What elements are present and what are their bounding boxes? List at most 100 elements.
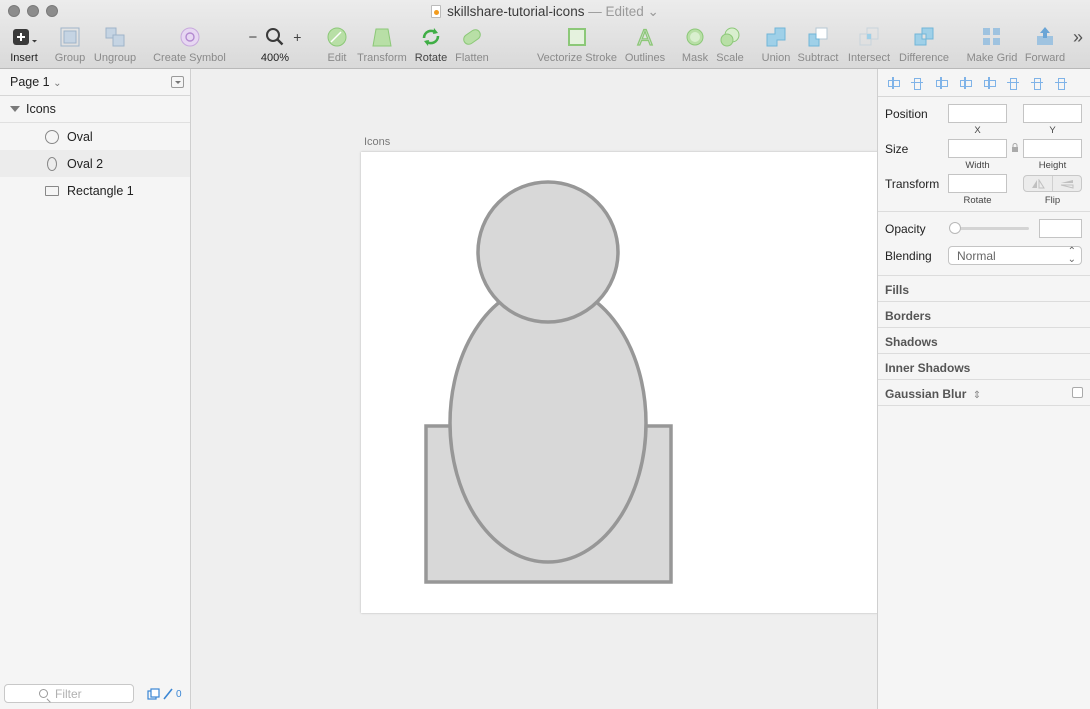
filter-count: 0 (176, 688, 182, 700)
edit-vector-icon (327, 27, 347, 47)
page-selector[interactable]: Page 1 ⌄ (0, 69, 190, 96)
position-y-field[interactable] (1023, 104, 1082, 123)
outlines-button[interactable]: A Outlines (623, 26, 667, 64)
subtract-button[interactable]: Subtract (796, 26, 840, 64)
oval-shape[interactable] (476, 180, 620, 324)
scale-button[interactable]: Scale (715, 26, 745, 64)
position-x-field[interactable] (948, 104, 1007, 123)
subtract-icon (808, 27, 828, 47)
slice-filter-icon[interactable] (162, 688, 174, 700)
lock-icon[interactable] (1011, 143, 1019, 153)
symbol-icon (180, 27, 199, 47)
align-top-icon[interactable] (1006, 76, 1020, 90)
shadows-section[interactable]: Shadows (878, 328, 1090, 354)
edit-button[interactable]: Edit (323, 26, 351, 64)
align-center-icon[interactable] (958, 76, 972, 90)
group-button[interactable]: Group (52, 26, 88, 64)
flip-horizontal-button[interactable] (1024, 176, 1052, 191)
layer-rectangle-1[interactable]: Rectangle 1 (0, 177, 190, 204)
flip-horizontal-icon (1032, 178, 1045, 188)
canvas[interactable]: Icons (192, 69, 877, 709)
gaussian-blur-checkbox[interactable] (1072, 387, 1083, 398)
mask-button[interactable]: Mask (681, 26, 709, 64)
search-icon (39, 689, 48, 698)
position-label: Position (885, 107, 928, 121)
layer-oval[interactable]: Oval (0, 123, 190, 150)
distribute-horizontal-icon[interactable] (886, 76, 900, 90)
rotate-button[interactable]: Rotate (414, 26, 448, 64)
vectorize-stroke-button[interactable]: Vectorize Stroke (535, 26, 619, 64)
window-title: skillshare-tutorial-icons — Edited ⌄ (0, 3, 1090, 20)
bring-forward-icon (1037, 27, 1053, 45)
magnifier-icon[interactable] (265, 27, 285, 47)
artboard-shapes (424, 180, 673, 584)
chevron-down-icon: ⌄ (647, 4, 659, 19)
oval-2-shape[interactable] (448, 282, 648, 564)
forward-button[interactable]: Forward (1023, 26, 1067, 64)
filter-options: 0 (147, 688, 182, 700)
opacity-field[interactable] (1039, 219, 1082, 238)
updown-chevron-icon[interactable]: ⇕ (973, 390, 981, 401)
plus-square-icon (13, 29, 37, 45)
rotate-field[interactable] (948, 174, 1007, 193)
ellipse-icon (47, 156, 57, 171)
scale-icon (720, 27, 740, 47)
layers-panel: Page 1 ⌄ Icons Oval Oval 2 Rectangle 1 F… (0, 69, 191, 709)
ungroup-button[interactable]: Ungroup (93, 26, 137, 64)
chevron-down-icon: ⌄ (53, 78, 62, 89)
inspector-panel: Position X Y Size Width Height Transform… (877, 69, 1090, 709)
window-toolbar: skillshare-tutorial-icons — Edited ⌄ Ins… (0, 0, 1090, 69)
collapse-pages-button[interactable] (171, 76, 184, 88)
mask-icon (686, 28, 704, 46)
sketch-document-icon (431, 5, 442, 18)
layer-oval-2[interactable]: Oval 2 (0, 150, 190, 177)
symbols-filter-icon[interactable] (147, 688, 160, 700)
layer-group-icons[interactable]: Icons (0, 96, 190, 123)
borders-section[interactable]: Borders (878, 302, 1090, 328)
group-icon (60, 27, 80, 47)
align-middle-icon[interactable] (1030, 76, 1044, 90)
alignment-toolbar (878, 69, 1090, 97)
transform-button[interactable]: Transform (355, 26, 409, 64)
outlines-icon: A (637, 26, 653, 48)
intersect-button[interactable]: Intersect (846, 26, 892, 64)
layer-filter-input[interactable]: Filter (4, 684, 134, 703)
union-button[interactable]: Union (760, 26, 792, 64)
divider (878, 211, 1090, 212)
transform-icon (372, 28, 392, 47)
height-field[interactable] (1023, 139, 1082, 158)
more-tools-button[interactable]: » (1070, 26, 1086, 48)
insert-button[interactable]: Insert (8, 26, 40, 64)
width-field[interactable] (948, 139, 1007, 158)
artboard-icons[interactable] (361, 152, 877, 613)
blending-label: Blending (885, 249, 932, 263)
create-symbol-button[interactable]: Create Symbol (152, 26, 227, 64)
align-bottom-icon[interactable] (1054, 76, 1068, 90)
flip-buttons (1023, 175, 1082, 192)
zoom-level: 400% (260, 52, 290, 64)
opacity-slider-handle[interactable] (949, 222, 961, 234)
align-left-icon[interactable] (934, 76, 948, 90)
blending-select[interactable]: Normal ⌃ ⌄ (948, 246, 1082, 265)
flatten-button[interactable]: Flatten (453, 26, 491, 64)
transform-label: Transform (885, 177, 940, 191)
rectangle-icon (45, 185, 59, 196)
fills-section[interactable]: Fills (878, 276, 1090, 302)
rotate-icon (422, 28, 440, 46)
artboard-label[interactable]: Icons (364, 136, 390, 148)
gaussian-blur-section[interactable]: Gaussian Blur ⇕ (878, 380, 1090, 406)
make-grid-button[interactable]: Make Grid (966, 26, 1018, 64)
zoom-in-button[interactable]: + (293, 29, 301, 45)
difference-button[interactable]: Difference (897, 26, 951, 64)
opacity-label: Opacity (885, 222, 926, 236)
disclosure-triangle-icon[interactable] (10, 106, 20, 112)
opacity-slider-track[interactable] (951, 227, 1029, 230)
inner-shadows-section[interactable]: Inner Shadows (878, 354, 1090, 380)
distribute-vertical-icon[interactable] (910, 76, 924, 90)
circle-icon (45, 129, 59, 144)
edited-status[interactable]: — Edited ⌄ (588, 4, 659, 19)
align-right-icon[interactable] (982, 76, 996, 90)
flip-vertical-button[interactable] (1052, 176, 1081, 191)
zoom-out-button[interactable]: − (249, 29, 258, 46)
difference-icon (914, 27, 934, 46)
